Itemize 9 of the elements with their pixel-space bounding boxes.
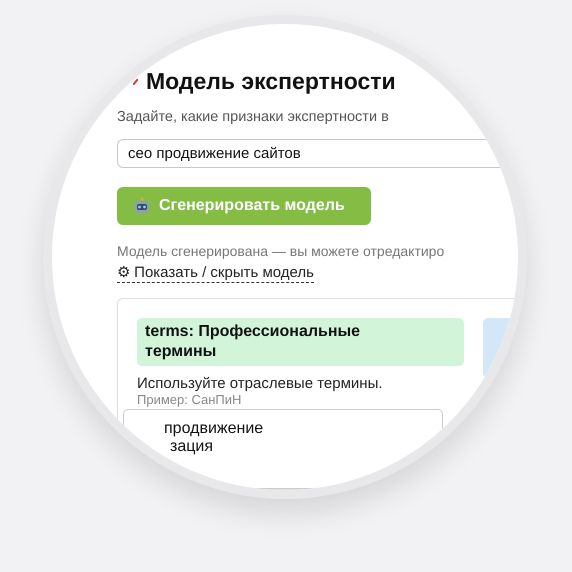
page-title: Модель экспертности [146, 68, 396, 95]
toggle-link[interactable]: ⚙ Показать / скрыть модель [117, 264, 314, 283]
criterion-description: Используйте отраслевые термины. [137, 375, 384, 392]
robot-icon [133, 196, 151, 215]
criterion-header: terms: Профессиональные термины [137, 318, 464, 366]
instruction-text: Задайте, какие признаки экспертности в [117, 109, 390, 125]
status-text: Модель сгенерирована — вы можете отредактиро [117, 243, 446, 259]
keywords-field[interactable]: продвижение зация [123, 409, 443, 489]
criterion-example: Пример: СанПиН [137, 392, 242, 407]
